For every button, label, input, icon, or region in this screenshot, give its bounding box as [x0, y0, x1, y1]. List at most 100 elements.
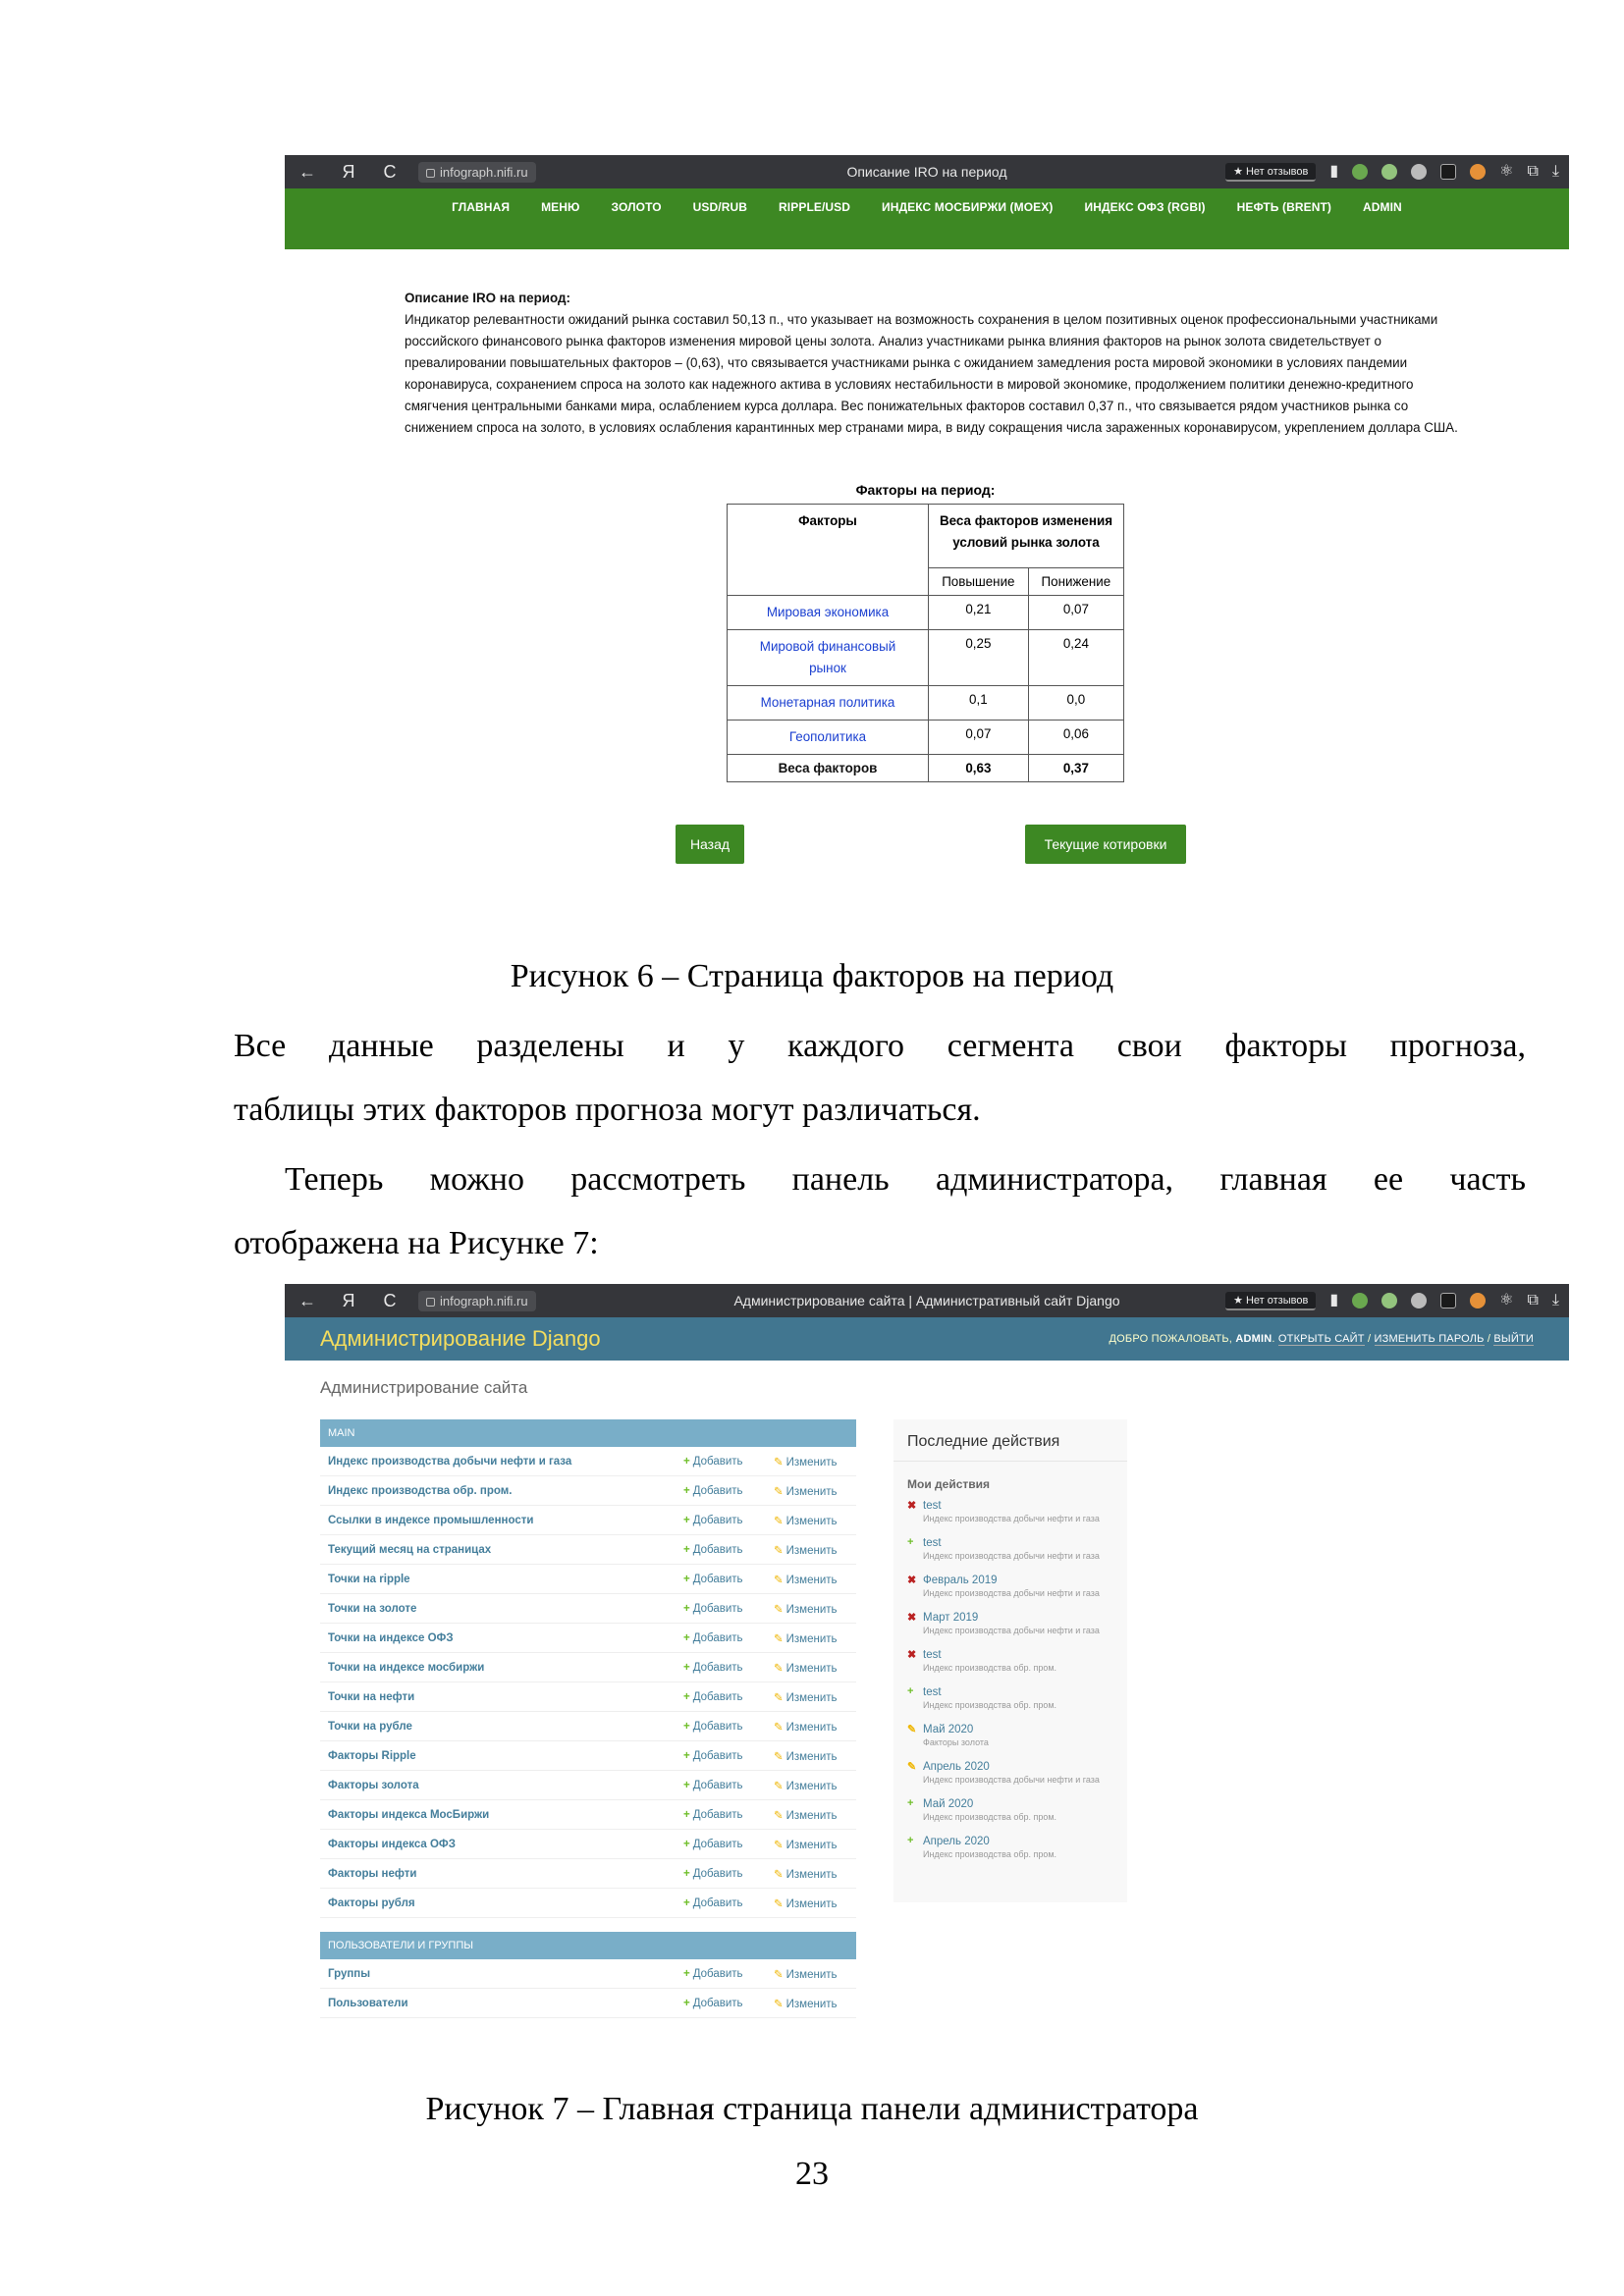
react-icon[interactable]: ⚛ [1499, 1293, 1513, 1308]
add-link[interactable]: + Добавить [683, 1544, 774, 1556]
recent-action-link[interactable]: Апрель 2020 [923, 1760, 1113, 1774]
add-link[interactable]: + Добавить [683, 1809, 774, 1821]
change-link[interactable]: ✎ Изменить [774, 1838, 856, 1851]
change-password-link[interactable]: ИЗМЕНИТЬ ПАРОЛЬ [1374, 1333, 1485, 1346]
add-link[interactable]: + Добавить [683, 1456, 774, 1468]
add-link[interactable]: + Добавить [683, 1968, 774, 1980]
change-link[interactable]: ✎ Изменить [774, 1720, 856, 1734]
current-quotes-button[interactable]: Текущие котировки [1025, 825, 1186, 864]
model-link[interactable]: Точки на индексе мосбиржи [320, 1662, 683, 1674]
auth-module-caption[interactable]: Пользователи и группы [320, 1932, 856, 1959]
nav-admin[interactable]: ADMIN [1347, 200, 1418, 249]
recent-action-link[interactable]: test [923, 1648, 1113, 1662]
globe-icon[interactable] [1411, 1293, 1428, 1308]
main-module-caption[interactable]: Main [320, 1419, 856, 1447]
glasses-icon[interactable] [1440, 1293, 1457, 1308]
reload-icon[interactable]: C [381, 1291, 399, 1311]
react-icon[interactable]: ⚛ [1499, 164, 1513, 180]
back-icon[interactable]: ← [298, 162, 316, 183]
django-brand[interactable]: Администрирование Django [320, 1326, 601, 1352]
model-link[interactable]: Факторы индекса ОФЗ [320, 1839, 683, 1850]
add-link[interactable]: + Добавить [683, 1868, 774, 1880]
model-link[interactable]: Индекс производства добычи нефти и газа [320, 1456, 683, 1468]
nav-ripple-usd[interactable]: RIPPLE/USD [763, 200, 866, 249]
model-link[interactable]: Факторы рубля [320, 1897, 683, 1909]
download-arrow-icon[interactable] [1381, 1293, 1398, 1308]
nav-brent[interactable]: НЕФТЬ (BRENT) [1221, 200, 1347, 249]
model-link[interactable]: Пользователи [320, 1998, 683, 2009]
factor-link[interactable]: Мировая экономика [727, 595, 929, 630]
back-button[interactable]: Назад [676, 825, 744, 864]
model-link[interactable]: Факторы нефти [320, 1868, 683, 1880]
change-link[interactable]: ✎ Изменить [774, 1896, 856, 1910]
download-icon[interactable]: ⤓ [1552, 1293, 1559, 1308]
add-link[interactable]: + Добавить [683, 1574, 774, 1585]
recent-action-link[interactable]: Май 2020 [923, 1723, 1113, 1736]
recent-action-link[interactable]: Февраль 2019 [923, 1574, 1113, 1587]
model-link[interactable]: Факторы индекса МосБиржи [320, 1809, 683, 1821]
nav-ofz[interactable]: ИНДЕКС ОФЗ (RGBI) [1068, 200, 1220, 249]
add-link[interactable]: + Добавить [683, 1485, 774, 1497]
factor-link[interactable]: Геополитика [727, 720, 929, 755]
recent-action-link[interactable]: test [923, 1499, 1113, 1513]
bookmark-icon[interactable]: ▮ [1329, 164, 1338, 180]
change-link[interactable]: ✎ Изменить [774, 1749, 856, 1763]
model-link[interactable]: Точки на нефти [320, 1691, 683, 1703]
address-bar[interactable]: infograph.nifi.ru [418, 1290, 536, 1311]
extensions-icon[interactable]: ⧉ [1527, 164, 1538, 180]
model-link[interactable]: Точки на золоте [320, 1603, 683, 1615]
model-link[interactable]: Факторы Ripple [320, 1750, 683, 1762]
shield-icon[interactable] [1352, 1293, 1369, 1308]
yandex-icon[interactable]: Я [340, 162, 357, 183]
change-link[interactable]: ✎ Изменить [774, 1661, 856, 1675]
add-link[interactable]: + Добавить [683, 1603, 774, 1615]
logout-link[interactable]: ВЫЙТИ [1493, 1333, 1534, 1346]
globe-icon[interactable] [1411, 164, 1428, 180]
change-link[interactable]: ✎ Изменить [774, 1455, 856, 1468]
change-link[interactable]: ✎ Изменить [774, 1779, 856, 1792]
change-link[interactable]: ✎ Изменить [774, 1967, 856, 1981]
add-link[interactable]: + Добавить [683, 1721, 774, 1733]
shield-icon[interactable] [1352, 164, 1369, 180]
nav-menu[interactable]: МЕНЮ [525, 200, 595, 249]
change-link[interactable]: ✎ Изменить [774, 1690, 856, 1704]
extensions-icon[interactable]: ⧉ [1527, 1293, 1538, 1308]
add-link[interactable]: + Добавить [683, 1839, 774, 1850]
factor-link[interactable]: Мировой финансовый рынок [727, 629, 929, 686]
reload-icon[interactable]: C [381, 162, 399, 183]
recent-action-link[interactable]: test [923, 1536, 1113, 1550]
model-link[interactable]: Индекс производства обр. пром. [320, 1485, 683, 1497]
download-icon[interactable]: ⤓ [1552, 164, 1559, 180]
model-link[interactable]: Группы [320, 1968, 683, 1980]
factor-link[interactable]: Монетарная политика [727, 685, 929, 721]
add-link[interactable]: + Добавить [683, 1897, 774, 1909]
change-link[interactable]: ✎ Изменить [774, 1997, 856, 2010]
download-arrow-icon[interactable] [1381, 164, 1398, 180]
reviews-badge[interactable]: ★ Нет отзывов [1225, 162, 1317, 182]
bookmark-icon[interactable]: ▮ [1329, 1293, 1338, 1308]
change-link[interactable]: ✎ Изменить [774, 1573, 856, 1586]
nav-usd-rub[interactable]: USD/RUB [677, 200, 763, 249]
add-link[interactable]: + Добавить [683, 1750, 774, 1762]
model-link[interactable]: Точки на ripple [320, 1574, 683, 1585]
add-link[interactable]: + Добавить [683, 1998, 774, 2009]
address-bar[interactable]: infograph.nifi.ru [418, 161, 536, 183]
model-link[interactable]: Факторы золота [320, 1780, 683, 1791]
add-link[interactable]: + Добавить [683, 1662, 774, 1674]
add-link[interactable]: + Добавить [683, 1780, 774, 1791]
recent-action-link[interactable]: Май 2020 [923, 1797, 1113, 1811]
add-link[interactable]: + Добавить [683, 1515, 774, 1526]
model-link[interactable]: Точки на рубле [320, 1721, 683, 1733]
view-site-link[interactable]: ОТКРЫТЬ САЙТ [1277, 1333, 1365, 1346]
change-link[interactable]: ✎ Изменить [774, 1514, 856, 1527]
cookie-icon[interactable] [1470, 1293, 1487, 1308]
nav-gold[interactable]: ЗОЛОТО [596, 200, 677, 249]
change-link[interactable]: ✎ Изменить [774, 1631, 856, 1645]
recent-action-link[interactable]: test [923, 1685, 1113, 1699]
nav-moex[interactable]: ИНДЕКС МОСБИРЖИ (MOEX) [866, 200, 1068, 249]
model-link[interactable]: Ссылки в индексе промышленности [320, 1515, 683, 1526]
glasses-icon[interactable] [1440, 164, 1457, 180]
add-link[interactable]: + Добавить [683, 1632, 774, 1644]
change-link[interactable]: ✎ Изменить [774, 1484, 856, 1498]
change-link[interactable]: ✎ Изменить [774, 1808, 856, 1822]
